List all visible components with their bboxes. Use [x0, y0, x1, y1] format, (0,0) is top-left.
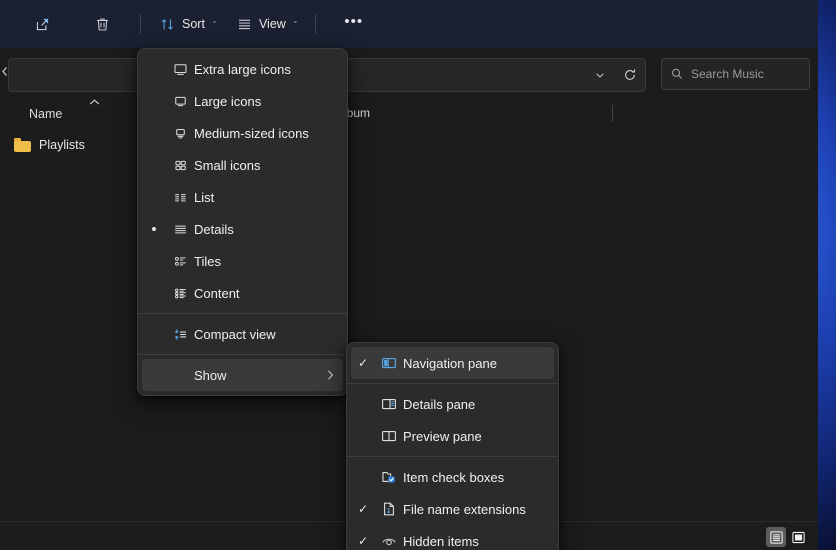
navigation-pane-icon [375, 354, 403, 372]
selected-indicator [142, 227, 166, 231]
submenu-separator-1 [347, 383, 558, 384]
toolbar-divider-1 [140, 14, 141, 34]
menu-item-label: Details pane [403, 396, 476, 412]
chevron-down-icon: ˇ [293, 20, 297, 30]
details-view-button[interactable] [766, 527, 786, 547]
delete-button[interactable] [74, 8, 130, 40]
menu-item-medium-sized-icons[interactable]: Medium-sized icons [142, 117, 343, 149]
list-icon [166, 189, 194, 206]
small-icons-icon [166, 157, 194, 174]
show-submenu: ✓ Navigation pane Details pane Preview p… [346, 342, 559, 550]
menu-item-label: Medium-sized icons [194, 125, 309, 141]
menu-item-label: Compact view [194, 326, 276, 342]
share-button[interactable] [14, 8, 70, 40]
chevron-right-icon [317, 369, 343, 381]
menu-item-compact-view[interactable]: Compact view [142, 318, 343, 350]
share-icon [34, 16, 51, 33]
extra-large-icons-icon [166, 61, 194, 78]
menu-item-label: Small icons [194, 157, 261, 173]
menu-item-label: List [194, 189, 215, 205]
menu-item-label: Item check boxes [403, 469, 505, 485]
search-icon [670, 67, 684, 81]
sidebar-item-label: Playlists [39, 138, 85, 152]
refresh-icon[interactable] [615, 60, 645, 90]
sort-ascending-icon [88, 98, 101, 107]
menu-item-extra-large-icons[interactable]: Extra large icons [142, 53, 343, 85]
menu-item-label: Content [194, 285, 240, 301]
menu-item-details[interactable]: Details [142, 213, 343, 245]
folder-icon [14, 138, 31, 152]
submenu-separator-2 [347, 456, 558, 457]
menu-separator-2 [138, 354, 347, 355]
sort-button[interactable]: Sort ˇ [151, 8, 224, 40]
search-box[interactable]: Search Music [661, 58, 810, 90]
menu-item-label: File name extensions [403, 501, 526, 517]
details-icon [166, 221, 194, 238]
sort-label: Sort [182, 17, 205, 31]
large-icons-icon [166, 93, 194, 110]
sidebar-item-playlists[interactable]: Playlists [14, 138, 85, 152]
see-more-button[interactable]: ••• [326, 8, 382, 40]
menu-item-label: Preview pane [403, 428, 482, 444]
menu-item-preview-pane[interactable]: Preview pane [351, 420, 554, 452]
toolbar-divider-2 [314, 14, 316, 34]
menu-item-label: Tiles [194, 253, 221, 269]
menu-item-label: Extra large icons [194, 61, 291, 77]
menu-item-label: Show [194, 367, 227, 383]
view-dropdown-menu: Extra large icons Large icons Medium-siz… [137, 48, 348, 396]
tiles-icon [166, 253, 194, 270]
menu-item-navigation-pane[interactable]: ✓ Navigation pane [351, 347, 554, 379]
hidden-items-icon [375, 532, 403, 550]
screen: Sort ˇ View ˇ ••• Search Music Playlists… [0, 0, 836, 550]
column-header-name[interactable]: Name [29, 107, 62, 121]
menu-item-file-name-extensions[interactable]: ✓ File name extensions [351, 493, 554, 525]
menu-item-content[interactable]: Content [142, 277, 343, 309]
chevron-down-icon: ˇ [212, 20, 216, 30]
compact-view-icon [166, 326, 194, 343]
view-toggle-group [766, 527, 808, 547]
menu-item-large-icons[interactable]: Large icons [142, 85, 343, 117]
menu-separator-1 [138, 313, 347, 314]
more-icon: ••• [344, 12, 364, 30]
details-pane-icon [375, 395, 403, 413]
command-bar: Sort ˇ View ˇ ••• [0, 0, 818, 49]
medium-icons-icon [166, 125, 194, 142]
item-check-boxes-icon [375, 468, 403, 486]
menu-item-label: Navigation pane [403, 355, 497, 371]
sort-icon [159, 16, 176, 33]
menu-item-small-icons[interactable]: Small icons [142, 149, 343, 181]
file-name-extensions-icon [375, 500, 403, 518]
search-input[interactable]: Search Music [691, 67, 764, 81]
view-button[interactable]: View ˇ [228, 8, 305, 40]
menu-item-hidden-items[interactable]: ✓ Hidden items [351, 525, 554, 550]
delete-icon [94, 16, 111, 33]
menu-item-label: Details [194, 221, 234, 237]
chevron-down-icon[interactable] [585, 60, 615, 90]
menu-item-label: Large icons [194, 93, 262, 109]
menu-item-item-check-boxes[interactable]: Item check boxes [351, 461, 554, 493]
column-divider[interactable] [612, 105, 613, 122]
menu-item-label: Hidden items [403, 533, 479, 549]
content-icon [166, 285, 194, 302]
checkmark-icon: ✓ [357, 356, 369, 370]
view-icon [236, 16, 253, 33]
menu-item-list[interactable]: List [142, 181, 343, 213]
large-icons-view-button[interactable] [788, 527, 808, 547]
menu-item-show[interactable]: Show [142, 359, 343, 391]
checkmark-icon: ✓ [357, 534, 369, 548]
checkmark-icon: ✓ [357, 502, 369, 516]
menu-item-tiles[interactable]: Tiles [142, 245, 343, 277]
menu-item-details-pane[interactable]: Details pane [351, 388, 554, 420]
view-label: View [258, 17, 286, 31]
preview-pane-icon [375, 427, 403, 445]
